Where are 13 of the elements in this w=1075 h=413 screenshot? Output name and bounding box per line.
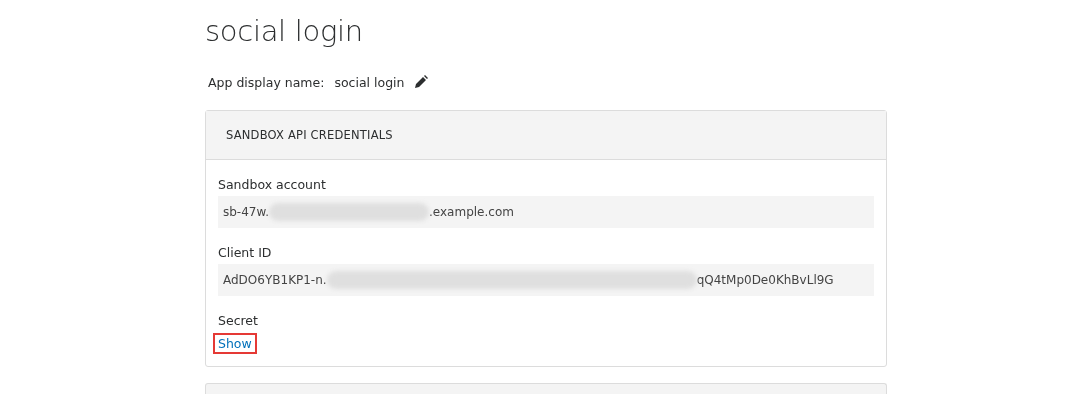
app-name: social login — [334, 74, 405, 90]
card-heading: SANDBOX API CREDENTIALS — [226, 128, 393, 142]
value-start: sb-47w. — [223, 205, 269, 219]
field-label: Client ID — [218, 245, 272, 260]
value-end: .example.com — [429, 205, 514, 219]
value-start: AdDO6YB1KP1-n. — [223, 273, 327, 287]
field-label: Sandbox account — [218, 177, 326, 192]
edit-icon[interactable] — [414, 75, 429, 89]
value-end: qQ4tMp0De0KhBvLl9G — [696, 273, 834, 287]
page-title: social login — [205, 14, 363, 50]
show-link[interactable]: Show — [215, 335, 255, 352]
field-label: App display name: — [208, 74, 325, 90]
field-label: Secret — [218, 313, 258, 328]
